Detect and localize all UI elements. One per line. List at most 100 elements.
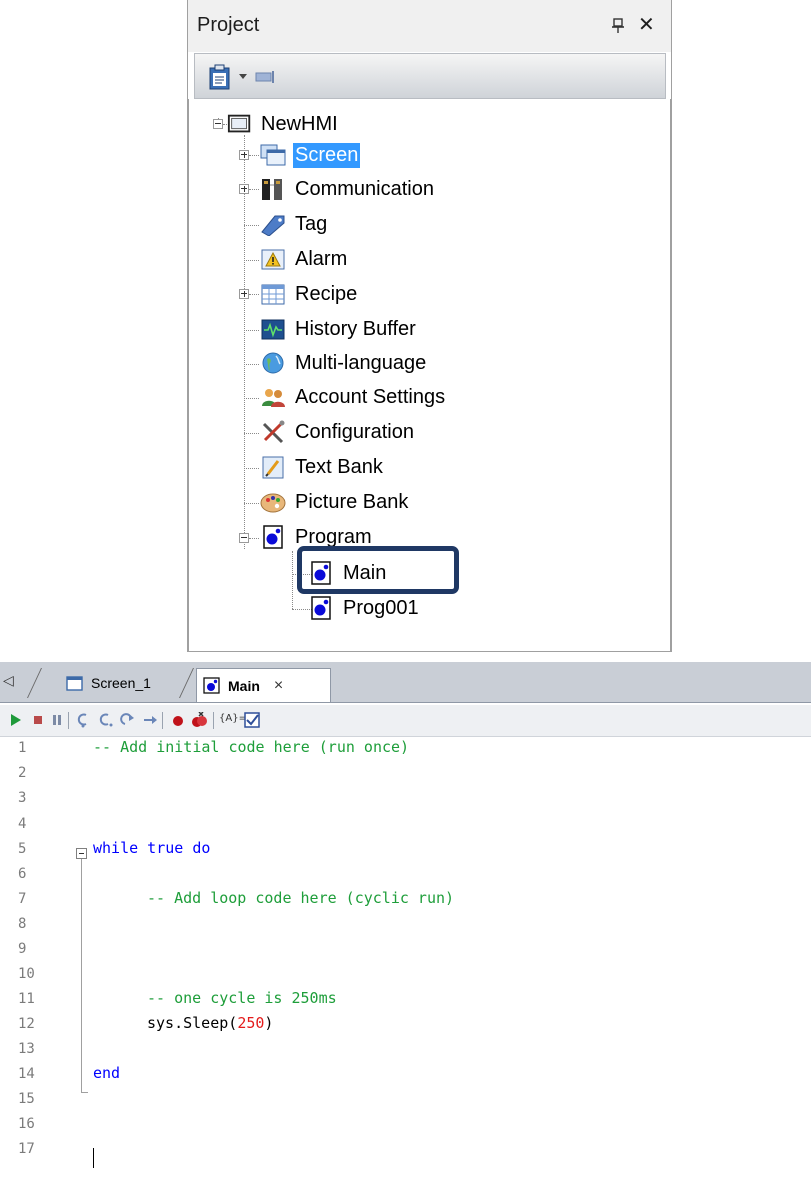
tree-item-communication[interactable]: Communication	[259, 174, 436, 204]
breakpoint-icon[interactable]	[170, 712, 186, 728]
fold-toggle-icon[interactable]	[76, 848, 87, 859]
tab-label: Main	[228, 677, 260, 694]
code-number: 250	[237, 1014, 265, 1032]
line-number: 15	[18, 1091, 35, 1107]
line-number: 16	[18, 1116, 35, 1132]
tree-item-label: Recipe	[295, 282, 358, 305]
line-number: 3	[18, 790, 27, 806]
variable-icon[interactable]: {A}=	[219, 713, 247, 729]
hmi-icon	[227, 114, 251, 133]
tree-item-history-buffer[interactable]: History Buffer	[259, 314, 418, 344]
chevron-down-icon[interactable]	[239, 74, 247, 80]
panel-toolbar	[194, 53, 666, 99]
program-icon	[203, 677, 220, 694]
line-number: 5	[18, 841, 27, 857]
tree-item-account-settings[interactable]: Account Settings	[259, 382, 447, 412]
tree-item-multi-language[interactable]: Multi-language	[259, 348, 428, 378]
close-icon[interactable]: ✕	[638, 15, 655, 35]
code-line: while true do	[93, 839, 211, 857]
line-number: 9	[18, 941, 27, 957]
palette-icon	[260, 493, 286, 513]
tree-node-label: NewHMI	[261, 112, 338, 135]
screen-expand-toggle[interactable]	[239, 150, 249, 160]
tree-item-tag[interactable]: Tag	[259, 209, 329, 239]
code-paren: )	[264, 1014, 274, 1032]
line-number: 13	[18, 1041, 35, 1057]
line-number: 17	[18, 1141, 35, 1157]
editor-toolbar: {A}=	[0, 705, 811, 737]
line-number: 2	[18, 765, 27, 781]
line-number: 10	[18, 966, 35, 982]
alarm-icon	[261, 249, 285, 270]
tree-item-label: Account Settings	[295, 385, 446, 408]
tab-main[interactable]: Main ×	[196, 668, 331, 702]
text-bank-icon	[262, 456, 284, 479]
main-highlight-box	[297, 546, 459, 594]
tree-item-label: Picture Bank	[295, 490, 409, 513]
communication-icon	[262, 179, 282, 200]
history-buffer-icon	[261, 319, 285, 340]
tree-item-text-bank[interactable]: Text Bank	[259, 452, 385, 482]
script-editor: ◁ Screen_1 Main × {A}= 1 2 3 4 5 6 7 8 9…	[0, 662, 811, 1180]
tab-label: Screen_1	[91, 675, 151, 691]
clear-breakpoints-icon[interactable]	[191, 712, 207, 728]
line-number: 12	[18, 1016, 35, 1032]
check-syntax-icon[interactable]	[244, 712, 260, 728]
collapse-all-icon[interactable]	[255, 69, 277, 85]
communication-expand-toggle[interactable]	[239, 184, 249, 194]
line-number: 8	[18, 916, 27, 932]
tree-item-label: Tag	[295, 212, 328, 235]
tree-item-prog001[interactable]: Prog001	[307, 593, 421, 623]
tree-item-configuration[interactable]: Configuration	[259, 417, 416, 447]
code-line: -- Add loop code here (cyclic run)	[147, 889, 455, 907]
tools-icon	[262, 420, 285, 444]
panel-header: Project ✕	[188, 0, 671, 52]
code-line: sys.Sleep(250)	[147, 1014, 273, 1032]
users-icon	[262, 389, 285, 407]
tree-item-label: Configuration	[295, 420, 414, 443]
tab-scroll-left-icon[interactable]: ◁	[3, 672, 14, 689]
recipe-icon	[261, 284, 285, 305]
program-collapse-toggle[interactable]	[239, 533, 249, 543]
text-caret	[93, 1148, 94, 1168]
program-icon	[311, 596, 331, 620]
line-number: 14	[18, 1066, 35, 1082]
tag-icon	[261, 215, 285, 236]
step-into-icon[interactable]	[75, 712, 91, 728]
line-number: 1	[18, 740, 27, 756]
run-icon[interactable]	[8, 712, 24, 728]
tree-item-label: Communication	[295, 177, 434, 200]
code-area[interactable]: 1 2 3 4 5 6 7 8 9 10 11 12 13 14 15 16 1…	[0, 738, 811, 1180]
recipe-expand-toggle[interactable]	[239, 289, 249, 299]
program-icon	[263, 525, 283, 549]
tree-item-label: Text Bank	[295, 455, 383, 478]
code-line: end	[93, 1064, 121, 1082]
tree-item-label: Alarm	[295, 247, 348, 270]
step-out-icon[interactable]	[120, 712, 136, 728]
panel-title: Project	[197, 14, 260, 36]
pin-icon[interactable]	[611, 18, 625, 34]
tree-item-alarm[interactable]: Alarm	[259, 244, 349, 274]
tab-screen-1[interactable]: Screen_1	[44, 668, 194, 698]
tree-node-root[interactable]: NewHMI	[227, 109, 340, 139]
step-over-icon[interactable]	[97, 712, 113, 728]
pause-icon[interactable]	[49, 712, 65, 728]
code-line: -- Add initial code here (run once)	[93, 738, 410, 756]
editor-tabbar: ◁ Screen_1 Main ×	[0, 662, 811, 703]
run-to-cursor-icon[interactable]	[142, 712, 158, 728]
screen-icon	[260, 144, 286, 166]
tree-item-label: Screen	[293, 142, 361, 168]
tree-item-screen[interactable]: Screen	[259, 140, 361, 170]
tab-close-icon[interactable]: ×	[274, 677, 283, 695]
properties-icon[interactable]	[208, 64, 232, 90]
stop-icon[interactable]	[30, 712, 46, 728]
line-number: 4	[18, 816, 27, 832]
globe-icon	[262, 352, 284, 374]
root-collapse-toggle[interactable]	[213, 119, 223, 129]
line-number: 7	[18, 891, 27, 907]
line-number: 6	[18, 866, 27, 882]
tree-item-label: Prog001	[343, 596, 419, 619]
tree-item-picture-bank[interactable]: Picture Bank	[259, 487, 410, 517]
tree-item-recipe[interactable]: Recipe	[259, 279, 359, 309]
tree-item-label: Multi-language	[295, 351, 427, 374]
